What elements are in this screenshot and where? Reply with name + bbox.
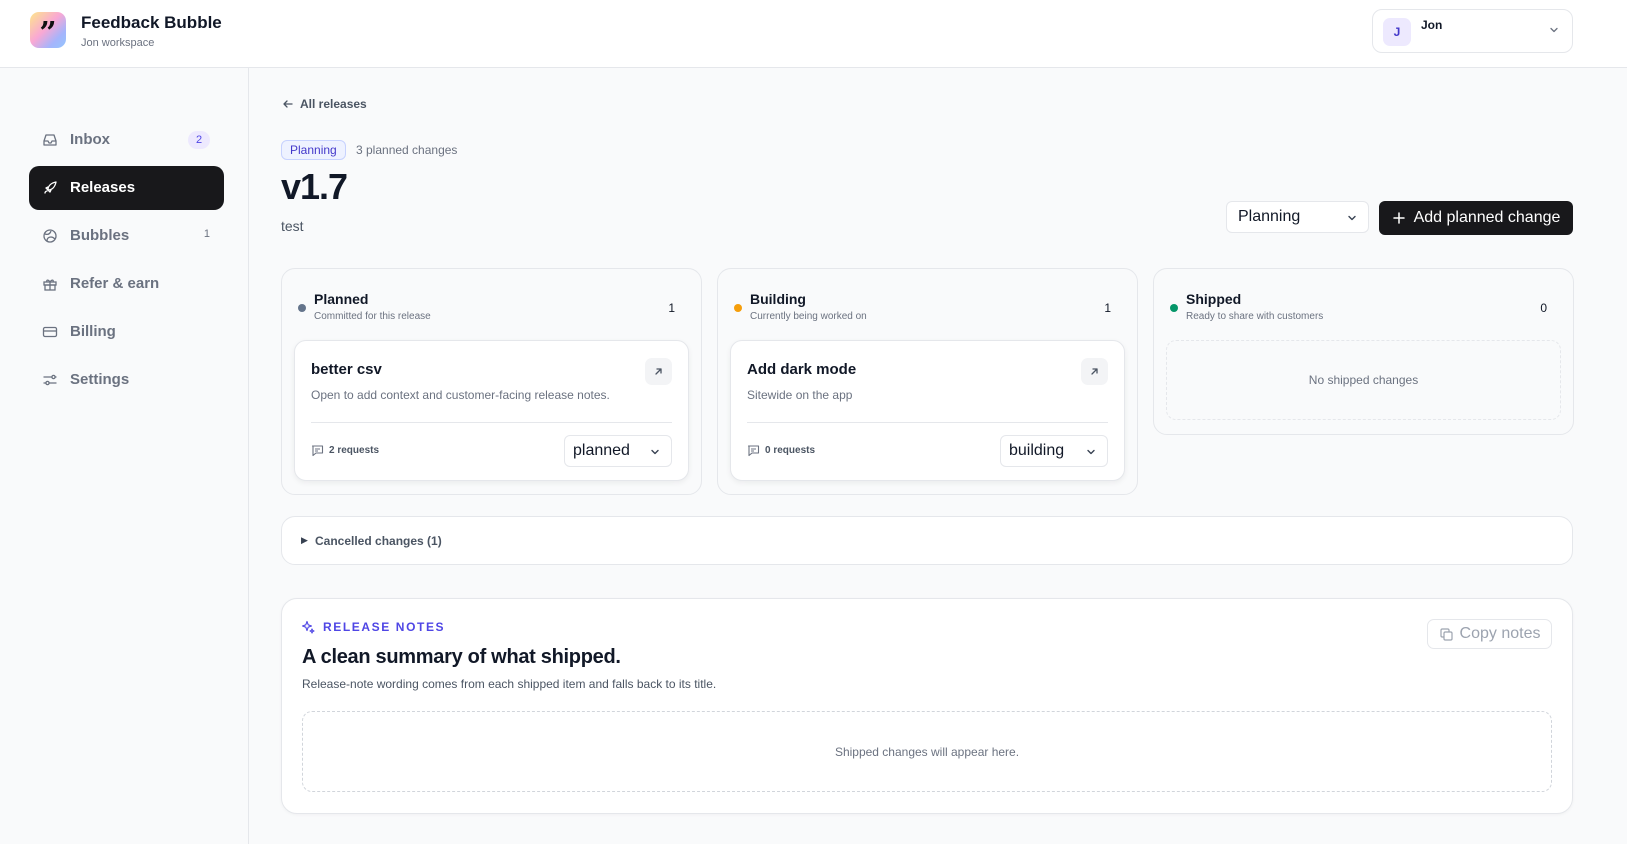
planned-changes-count: 3 planned changes xyxy=(356,143,458,157)
top-bar: ” Feedback Bubble Jon workspace J Jon xyxy=(0,0,1627,68)
page-title: v1.7 xyxy=(281,166,348,207)
back-link-label: All releases xyxy=(300,97,367,111)
change-card[interactable]: better csv Open to add context and custo… xyxy=(294,340,689,481)
sidebar-item-refer-earn[interactable]: Refer & earn xyxy=(29,262,224,306)
column-subtitle: Currently being worked on xyxy=(750,311,867,322)
requests-label: 2 requests xyxy=(329,445,380,456)
card-status-select[interactable]: planned xyxy=(564,435,672,467)
column-count: 0 xyxy=(1540,301,1547,315)
card-status-value: planned xyxy=(573,442,630,459)
sidebar-item-label: Billing xyxy=(70,323,116,340)
inbox-icon xyxy=(43,134,57,146)
release-status-select[interactable]: Planning xyxy=(1226,201,1369,233)
message-icon xyxy=(747,445,760,457)
requests-count: 0 requests xyxy=(747,444,815,457)
sparkles-icon xyxy=(301,620,315,634)
sidebar-item-inbox[interactable]: Inbox 2 xyxy=(29,118,224,162)
workspace-name: Jon workspace xyxy=(81,37,155,49)
rocket-icon xyxy=(44,181,57,194)
app-name: Feedback Bubble xyxy=(81,13,222,32)
sidebar: Inbox 2 Releases Bubbles 1 Refer & earn … xyxy=(0,68,249,844)
quote-logo-icon: ” xyxy=(39,16,57,51)
sidebar-item-label: Bubbles xyxy=(70,227,130,244)
column-title: Building xyxy=(750,291,806,307)
card-title: Add dark mode xyxy=(747,361,857,378)
sidebar-item-label: Refer & earn xyxy=(70,275,160,292)
cancelled-label: Cancelled changes (1) xyxy=(315,534,442,548)
divider xyxy=(747,422,1108,423)
credit-card-icon xyxy=(42,326,58,338)
release-notes-eyebrow: RELEASE NOTES xyxy=(301,620,445,634)
sliders-icon xyxy=(43,374,57,386)
status-dot xyxy=(734,304,742,312)
release-notes-description: Release-note wording comes from each shi… xyxy=(302,677,717,691)
card-status-select[interactable]: building xyxy=(1000,435,1108,467)
column-count: 1 xyxy=(1104,301,1111,315)
eyebrow-label: RELEASE NOTES xyxy=(323,620,446,634)
status-dot xyxy=(298,304,306,312)
chevron-down-icon xyxy=(651,449,659,455)
column-count: 1 xyxy=(668,301,675,315)
sidebar-item-releases[interactable]: Releases xyxy=(29,166,224,210)
chevron-down-icon xyxy=(1087,449,1095,455)
user-menu-button[interactable]: J Jon xyxy=(1372,9,1573,53)
cancelled-changes-toggle[interactable]: ▶ Cancelled changes (1) xyxy=(281,516,1573,565)
bubbles-count: 1 xyxy=(203,228,210,240)
add-planned-change-button[interactable]: Add planned change xyxy=(1379,201,1573,235)
requests-label: 0 requests xyxy=(765,445,816,456)
building-column: Building Currently being worked on 1 Add… xyxy=(717,268,1138,495)
copy-notes-button[interactable]: Copy notes xyxy=(1427,619,1552,649)
release-description: test xyxy=(281,218,304,234)
arrow-up-right-icon xyxy=(1091,368,1098,375)
card-title: better csv xyxy=(311,361,382,378)
open-card-button[interactable] xyxy=(645,358,672,385)
release-notes-panel: RELEASE NOTES A clean summary of what sh… xyxy=(281,598,1573,814)
copy-icon xyxy=(1439,627,1453,641)
empty-state: No shipped changes xyxy=(1166,340,1561,420)
all-releases-link[interactable]: All releases xyxy=(282,97,367,111)
column-subtitle: Committed for this release xyxy=(314,311,431,322)
copy-notes-label: Copy notes xyxy=(1459,625,1541,642)
globe-icon xyxy=(43,229,57,243)
message-icon xyxy=(311,445,324,457)
inbox-count-badge: 2 xyxy=(188,131,210,149)
status-dot xyxy=(1170,304,1178,312)
column-subtitle: Ready to share with customers xyxy=(1186,311,1324,322)
release-status-value: Planning xyxy=(1238,208,1301,225)
column-title: Planned xyxy=(314,291,369,307)
chevron-down-icon xyxy=(1348,215,1356,221)
release-notes-empty-state: Shipped changes will appear here. xyxy=(302,711,1552,792)
planned-column: Planned Committed for this release 1 bet… xyxy=(281,268,702,495)
status-badge: Planning xyxy=(281,140,346,160)
card-status-value: building xyxy=(1009,442,1065,459)
change-card[interactable]: Add dark mode Sitewide on the app 0 requ… xyxy=(730,340,1125,481)
user-name: Jon xyxy=(1421,18,1443,32)
sidebar-item-billing[interactable]: Billing xyxy=(29,310,224,354)
open-card-button[interactable] xyxy=(1081,358,1108,385)
sidebar-item-settings[interactable]: Settings xyxy=(29,358,224,402)
gift-icon xyxy=(43,279,57,291)
sidebar-item-label: Releases xyxy=(70,179,136,196)
caret-right-icon: ▶ xyxy=(301,535,308,545)
divider xyxy=(311,422,672,423)
sidebar-item-bubbles[interactable]: Bubbles 1 xyxy=(29,214,224,258)
avatar: J xyxy=(1383,18,1411,46)
sidebar-item-label: Settings xyxy=(70,371,130,388)
plus-icon xyxy=(1392,212,1405,224)
column-title: Shipped xyxy=(1186,291,1242,307)
card-description: Sitewide on the app xyxy=(747,388,853,402)
arrow-up-right-icon xyxy=(655,368,662,375)
shipped-column: Shipped Ready to share with customers 0 … xyxy=(1153,268,1574,435)
arrow-left-icon xyxy=(283,100,293,108)
sidebar-item-label: Inbox xyxy=(70,131,110,148)
release-notes-heading: A clean summary of what shipped. xyxy=(302,646,621,668)
app-logo: ” xyxy=(30,12,66,51)
add-button-label: Add planned change xyxy=(1413,209,1561,226)
chevron-down-icon xyxy=(1550,27,1558,33)
card-description: Open to add context and customer-facing … xyxy=(311,388,610,402)
requests-count: 2 requests xyxy=(311,444,379,457)
